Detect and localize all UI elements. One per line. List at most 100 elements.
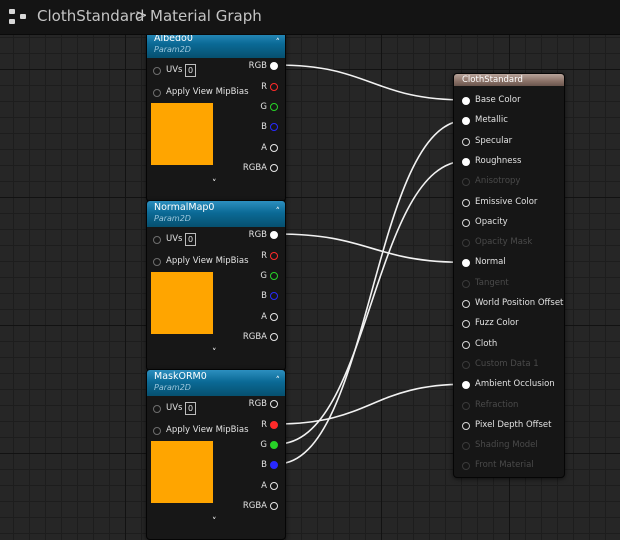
uvs-input-pin-icon[interactable] <box>153 236 161 244</box>
material-input-pin-icon[interactable] <box>462 198 470 207</box>
material-input-label: Opacity Mask <box>475 237 533 248</box>
output-pin-rgba-icon[interactable] <box>270 502 278 510</box>
collapse-chevron-icon[interactable]: ˄ <box>276 376 281 386</box>
output-pin-a-icon[interactable] <box>270 482 278 490</box>
output-label-r: R <box>261 251 267 261</box>
texture-node-header[interactable]: MaskORM0 Param2D ˄ <box>147 370 285 396</box>
uvs-value-field[interactable]: 0 <box>185 233 196 246</box>
mipbias-input-label: Apply View MipBias <box>166 256 249 266</box>
output-label-a: A <box>261 312 267 322</box>
material-input-pin-icon <box>462 442 470 451</box>
material-input-pin-icon[interactable] <box>462 300 470 308</box>
material-input-pin-icon[interactable] <box>462 97 470 105</box>
material-input-pin-icon[interactable] <box>462 117 470 126</box>
output-label-r: R <box>261 82 267 92</box>
output-pin-g-icon[interactable] <box>270 441 278 449</box>
output-label-b: B <box>261 460 267 470</box>
material-input-label: Anisotropy <box>475 176 521 187</box>
mipbias-input-pin-icon[interactable] <box>153 427 161 435</box>
output-pin-r-icon[interactable] <box>270 83 278 91</box>
output-pin-b-icon[interactable] <box>270 123 278 131</box>
output-pin-rgb-icon[interactable] <box>270 400 278 408</box>
collapse-chevron-icon[interactable]: ˄ <box>276 207 281 217</box>
material-graph-icon <box>9 9 27 25</box>
material-input-label: Roughness <box>475 155 522 166</box>
output-pin-g-icon[interactable] <box>270 103 278 111</box>
material-input-pin-icon[interactable] <box>462 259 470 268</box>
material-input-label: Refraction <box>475 399 519 410</box>
material-input-pin-icon <box>462 279 470 288</box>
material-input-pin-icon <box>462 178 470 187</box>
output-pin-a-icon[interactable] <box>270 144 278 152</box>
expand-chevron-icon[interactable]: ˅ <box>212 517 217 527</box>
material-input-pin-icon[interactable] <box>462 137 470 146</box>
material-input-pin-icon[interactable] <box>462 340 470 349</box>
texture-preview-swatch <box>151 103 213 165</box>
texture-node-normalmap[interactable]: NormalMap0 Param2D ˄ UVs 0 Apply View Mi… <box>146 200 286 371</box>
wire-normalmap0-rgb[interactable] <box>276 233 467 264</box>
breadcrumb-root[interactable]: ClothStandard <box>37 7 144 25</box>
texture-node-header[interactable]: Albedo0 Param2D ˄ <box>147 32 285 58</box>
output-pin-g-icon[interactable] <box>270 272 278 280</box>
graph-header: ClothStandard > Material Graph <box>0 0 620 35</box>
texture-node-body: UVs 0 Apply View MipBias ˅ RGB R G B A RGBA <box>147 58 285 201</box>
mipbias-input-pin-icon[interactable] <box>153 89 161 97</box>
material-input-pin-icon[interactable] <box>462 421 470 430</box>
material-input-pin-icon <box>462 239 470 248</box>
output-pin-r-icon[interactable] <box>270 421 278 429</box>
texture-node-albedo[interactable]: Albedo0 Param2D ˄ UVs 0 Apply View MipBi… <box>146 31 286 202</box>
uvs-value-field[interactable]: 0 <box>185 402 196 415</box>
wire-albedo0-rgb[interactable] <box>276 64 467 101</box>
material-input-label: Emissive Color <box>475 196 538 207</box>
uvs-input-pin-icon[interactable] <box>153 67 161 75</box>
material-input-label: Tangent <box>475 277 509 288</box>
texture-node-subtitle: Param2D <box>154 383 191 392</box>
material-input-label: Specular <box>475 135 513 146</box>
material-input-pin-icon <box>462 462 470 471</box>
material-input-label: Cloth <box>475 338 498 349</box>
material-input-label: Metallic <box>475 115 508 126</box>
material-input-label: Ambient Occlusion <box>475 379 555 390</box>
material-input-label: Pixel Depth Offset <box>475 419 552 430</box>
output-pin-rgba-icon[interactable] <box>270 333 278 341</box>
output-label-a: A <box>261 143 267 153</box>
material-input-label: Custom Data 1 <box>475 358 539 369</box>
output-pin-r-icon[interactable] <box>270 252 278 260</box>
uvs-input-label: UVs <box>166 234 183 244</box>
material-output-node[interactable]: ClothStandard Base Color Metallic Specular… <box>453 73 565 478</box>
wire-maskorm0-g[interactable] <box>276 160 467 445</box>
uvs-input-pin-icon[interactable] <box>153 405 161 413</box>
output-label-rgba: RGBA <box>242 501 267 511</box>
output-pin-a-icon[interactable] <box>270 313 278 321</box>
breadcrumb-separator-icon: > <box>135 6 148 24</box>
material-input-pin-icon[interactable] <box>462 320 470 329</box>
texture-node-maskorm[interactable]: MaskORM0 Param2D ˄ UVs 0 Apply View MipB… <box>146 369 286 540</box>
output-label-rgb: RGB <box>248 399 267 409</box>
expand-chevron-icon[interactable]: ˅ <box>212 179 217 189</box>
uvs-value-field[interactable]: 0 <box>185 64 196 77</box>
output-pin-rgb-icon[interactable] <box>270 231 278 239</box>
material-input-pin-icon[interactable] <box>462 218 470 227</box>
output-label-g: G <box>260 102 267 112</box>
wire-maskorm0-r[interactable] <box>276 383 467 425</box>
mipbias-input-pin-icon[interactable] <box>153 258 161 266</box>
output-pin-rgb-icon[interactable] <box>270 62 278 70</box>
texture-node-subtitle: Param2D <box>154 214 191 223</box>
output-label-rgb: RGB <box>248 61 267 71</box>
breadcrumb-current[interactable]: Material Graph <box>150 7 262 25</box>
collapse-chevron-icon[interactable]: ˄ <box>276 38 281 48</box>
expand-chevron-icon[interactable]: ˅ <box>212 348 217 358</box>
texture-node-title: NormalMap0 <box>154 202 215 213</box>
output-pin-b-icon[interactable] <box>270 292 278 300</box>
material-input-label: Opacity <box>475 216 508 227</box>
texture-node-header[interactable]: NormalMap0 Param2D ˄ <box>147 201 285 227</box>
output-pin-b-icon[interactable] <box>270 461 278 469</box>
texture-node-body: UVs 0 Apply View MipBias ˅ RGB R G B A RGBA <box>147 227 285 370</box>
material-input-pin-icon[interactable] <box>462 381 470 390</box>
texture-preview-swatch <box>151 272 213 334</box>
material-node-header[interactable]: ClothStandard <box>454 74 564 86</box>
output-pin-rgba-icon[interactable] <box>270 164 278 172</box>
wire-maskorm0-b[interactable] <box>276 119 467 465</box>
material-input-pin-icon[interactable] <box>462 157 470 166</box>
material-input-label: Base Color <box>475 95 521 105</box>
